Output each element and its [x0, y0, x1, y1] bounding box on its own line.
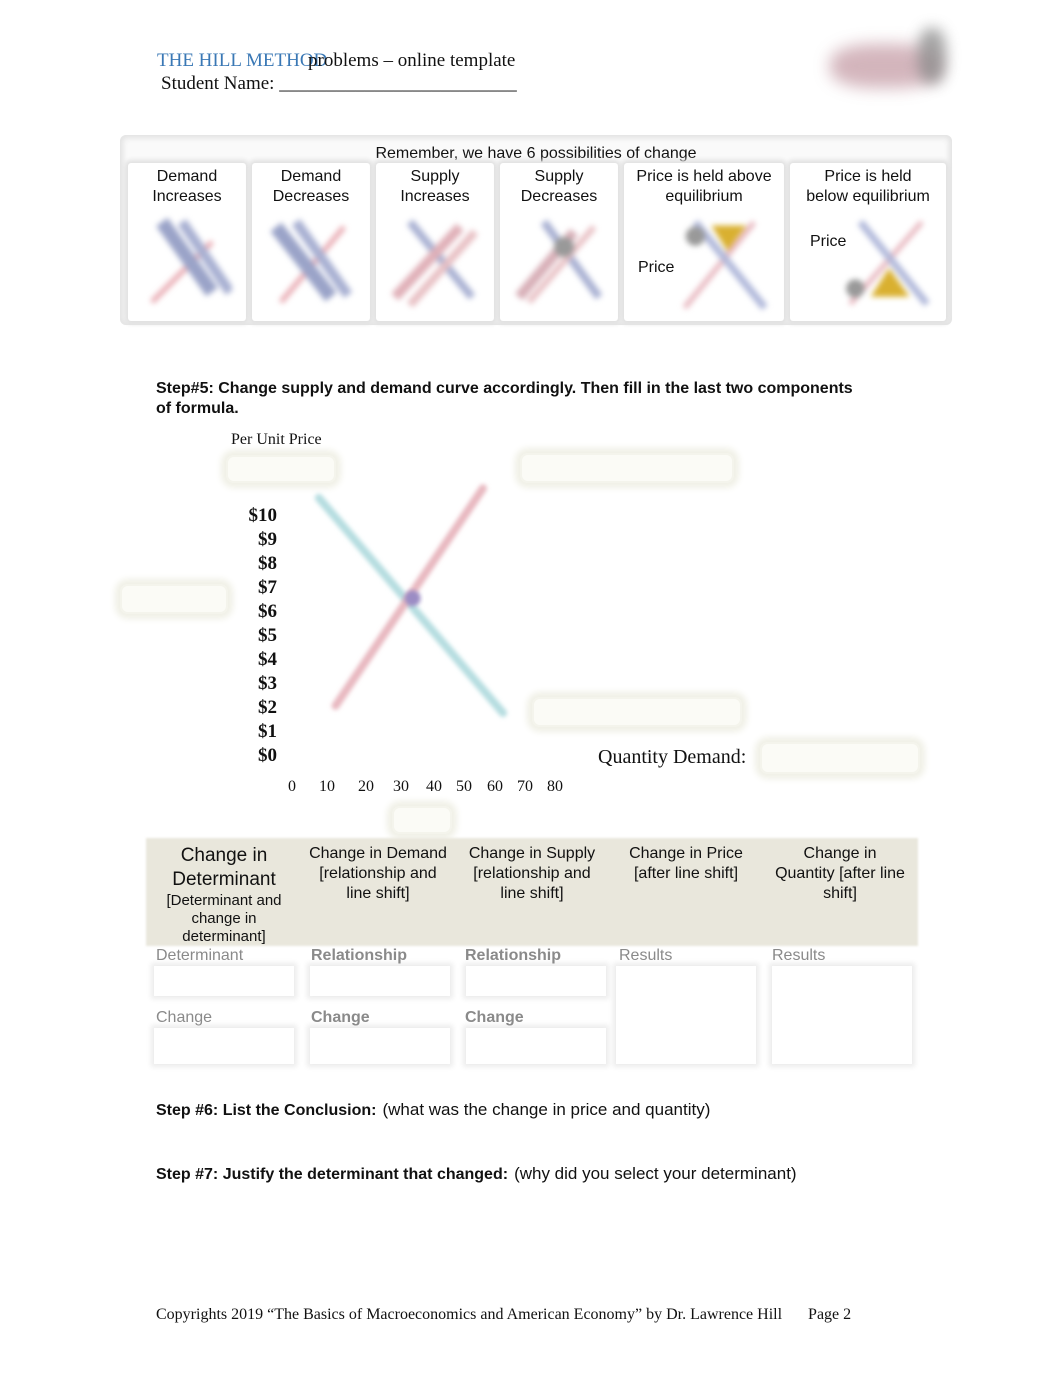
step7-row: Step #7: Justify the determinant that ch…	[156, 1164, 797, 1184]
possibility-label-line1: Supply	[534, 168, 584, 185]
y-tick-label: $9	[258, 529, 277, 550]
step6-hint: (what was the change in price and quanti…	[382, 1100, 711, 1119]
demand-increase-graph-icon	[150, 217, 232, 304]
possibilities-title: Remember, we have 6 possibilities of cha…	[375, 145, 697, 162]
supply-relationship-input-cell[interactable]	[466, 966, 606, 996]
column-header-determinant: Change in Determinant [Determinant and c…	[146, 844, 302, 946]
y-axis-label: Per Unit Price	[231, 431, 322, 448]
possibility-label-line2: below equilibrium	[806, 188, 930, 205]
quantity-results-placeholder: Results	[772, 947, 826, 964]
supply-label-input-box[interactable]	[520, 453, 734, 483]
student-name-field[interactable]: Student Name: _________________________	[161, 73, 517, 95]
price-results-input-cell[interactable]	[616, 966, 756, 1064]
step5-instruction: Step#5: Change supply and demand curve a…	[156, 380, 853, 417]
price-label-input-box[interactable]	[226, 455, 336, 483]
possibility-label-line1: Supply	[410, 168, 460, 185]
column-header-subtitle: [Determinant and change in determinant]	[166, 892, 282, 945]
page-number: Page 2	[808, 1306, 852, 1323]
price-label: Price	[638, 259, 675, 276]
possibility-label-line2: equilibrium	[665, 188, 743, 205]
possibility-demand-increases: Demand Increases	[128, 163, 246, 321]
equilibrium-price-input-box[interactable]	[120, 584, 228, 614]
demand-label-input-box[interactable]	[532, 697, 742, 727]
possibility-demand-decreases: Demand Decreases	[252, 163, 370, 321]
x-tick-label: 20	[358, 778, 374, 795]
possibility-label-line2: Increases	[400, 188, 470, 205]
y-tick-label: $10	[248, 505, 278, 526]
column-header-supply: Change in Supply [relationship and line …	[468, 845, 596, 902]
column-header-price: Change in Price [after line shift]	[629, 845, 743, 882]
possibility-label-line1: Price is held above	[636, 168, 772, 185]
y-tick-label: $1	[258, 721, 277, 742]
determinant-input-cell[interactable]	[154, 966, 294, 996]
x-tick-label: 60	[487, 778, 503, 795]
step6-label: Step #6: List the Conclusion:	[156, 1102, 377, 1119]
x-tick-label: 50	[456, 778, 472, 795]
determinant-change-placeholder: Change	[156, 1009, 213, 1026]
possibility-supply-increases: Supply Increases	[376, 163, 494, 321]
document-subtitle: problems – online template	[308, 50, 516, 71]
price-floor-graph-icon	[682, 219, 768, 311]
x-tick-label: 40	[426, 778, 442, 795]
possibility-label-line2: Decreases	[272, 188, 350, 205]
footer: Copyrights 2019 “The Basics of Macroecon…	[156, 1306, 851, 1324]
x-tick-label: 0	[288, 778, 296, 795]
y-tick-label: $6	[258, 601, 277, 622]
determinant-change-input-cell[interactable]	[154, 1028, 294, 1064]
x-tick-label: 30	[393, 778, 409, 795]
y-tick-label: $7	[258, 577, 277, 598]
price-ceiling-graph-icon	[846, 219, 930, 307]
demand-decrease-graph-icon	[270, 219, 353, 304]
possibility-price-below-equilibrium: Price is held below equilibrium Price	[790, 163, 946, 321]
equilibrium-quantity-input-box[interactable]	[392, 806, 452, 834]
y-tick-label: $8	[258, 553, 277, 574]
possibility-label-line1: Demand	[280, 168, 342, 185]
series-line-supply	[331, 484, 487, 710]
logo-image	[826, 22, 966, 94]
equilibrium-point	[404, 590, 421, 607]
step7-label: Step #7: Justify the determinant that ch…	[156, 1166, 509, 1183]
demand-change-placeholder: Change	[311, 1009, 370, 1026]
series-line-demand	[314, 493, 508, 717]
x-tick-label: 10	[319, 778, 335, 795]
demand-relationship-placeholder: Relationship	[311, 947, 408, 964]
possibility-label-line1: Demand	[156, 168, 218, 185]
x-tick-label: 80	[547, 778, 563, 795]
y-tick-label: $0	[258, 745, 277, 766]
y-tick-label: $5	[258, 625, 277, 646]
column-header-quantity: Change in Quantity [after line shift]	[775, 845, 905, 902]
supply-increase-graph-icon	[391, 219, 478, 307]
step6-row: Step #6: List the Conclusion: (what was t…	[156, 1100, 710, 1120]
possibility-label-line2: Increases	[152, 188, 222, 205]
y-tick-label: $3	[258, 673, 277, 694]
x-axis-label: Quantity Demand:	[598, 746, 747, 768]
supply-decrease-graph-icon	[515, 219, 603, 304]
supply-change-input-cell[interactable]	[466, 1028, 606, 1064]
y-tick-label: $4	[258, 649, 277, 670]
brand-title: THE HILL METHOD	[157, 50, 328, 71]
possibility-label-line2: Decreases	[520, 188, 598, 205]
supply-change-placeholder: Change	[465, 1009, 524, 1026]
footer-copyright: Copyrights 2019 “The Basics of Macroecon…	[156, 1306, 783, 1323]
possibility-label-line1: Price is held	[824, 168, 912, 185]
column-header-title: Change in Determinant	[172, 845, 276, 890]
quantity-demand-input-box[interactable]	[760, 742, 920, 774]
possibilities-panel: Remember, we have 6 possibilities of cha…	[120, 135, 952, 325]
step7-hint: (why did you select your determinant)	[514, 1164, 797, 1183]
x-tick-label: 70	[517, 778, 533, 795]
demand-relationship-input-cell[interactable]	[310, 966, 450, 996]
supply-relationship-placeholder: Relationship	[465, 947, 562, 964]
possibility-price-above-equilibrium: Price is held above equilibrium Price	[624, 163, 784, 321]
quantity-results-input-cell[interactable]	[772, 966, 912, 1064]
demand-change-input-cell[interactable]	[310, 1028, 450, 1064]
column-header-demand: Change in Demand [relationship and line …	[309, 845, 447, 902]
price-results-placeholder: Results	[619, 947, 673, 964]
possibility-supply-decreases: Supply Decreases	[500, 163, 618, 321]
determinant-placeholder: Determinant	[156, 947, 244, 964]
formula-table: Change in Determinant [Determinant and c…	[146, 838, 918, 1074]
y-tick-label: $2	[258, 697, 277, 718]
